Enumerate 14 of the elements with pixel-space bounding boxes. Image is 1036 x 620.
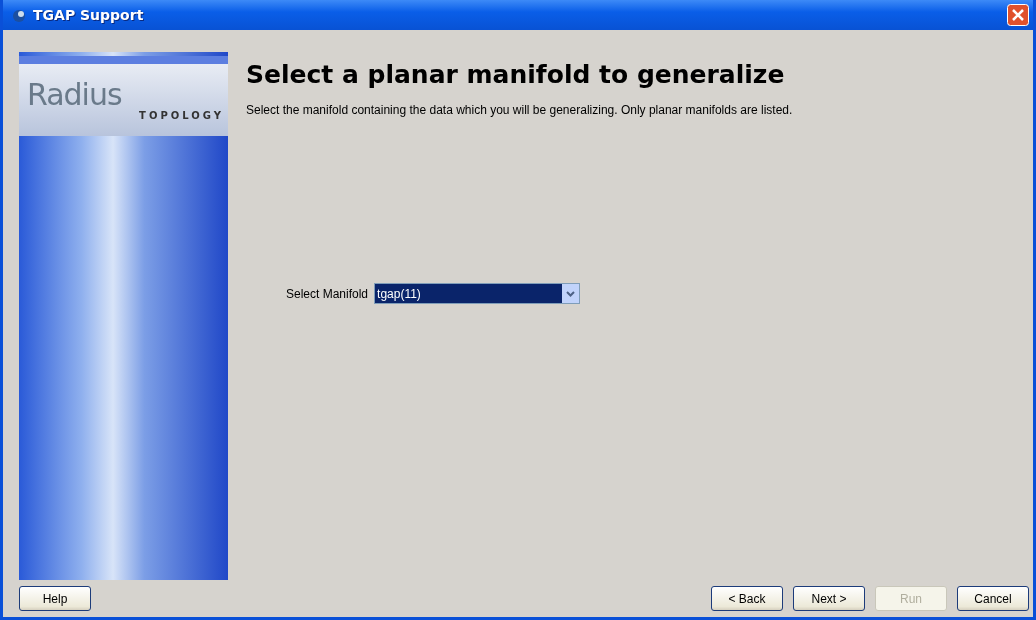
dialog-button[interactable]: Cancel [957,586,1029,611]
logo-text: Radius [27,79,123,110]
dialog-button[interactable]: < Back [711,586,783,611]
logo-subtitle: TOPOLOGY [139,109,224,121]
chevron-down-icon [562,284,580,303]
app-icon [11,7,27,23]
dialog-button[interactable]: Next > [793,586,865,611]
page-heading: Select a planar manifold to generalize [246,60,786,89]
close-icon[interactable] [1007,4,1029,26]
window-title: TGAP Support [33,7,145,23]
dialog-button[interactable]: Help [19,586,91,611]
manifold-dropdown[interactable]: tgap(11) [374,283,581,304]
field-label: Select Manifold [286,286,369,301]
description-text: Select the manifold containing the data which you will be generalizing. Only planar manifolds are listed. [246,103,794,117]
